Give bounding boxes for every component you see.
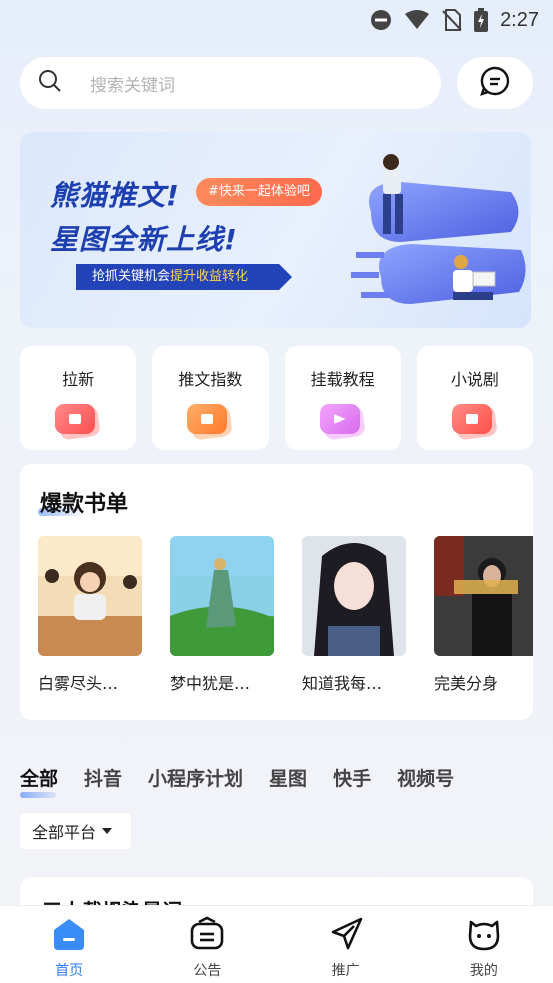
- message-button[interactable]: [457, 57, 533, 109]
- book-cover: [434, 536, 533, 656]
- quick-entry-row: 拉新 推文指数 挂载教程 小说剧: [20, 346, 533, 450]
- tab-label: 星图: [269, 768, 308, 790]
- nav-label: 推广: [331, 963, 360, 979]
- banner-headline-2: 星图全新上线!: [50, 223, 238, 256]
- paper-plane-icon: [328, 916, 364, 956]
- tab-label: 全部: [20, 768, 59, 790]
- tab-underline: [20, 792, 56, 798]
- quick-entry-short-drama[interactable]: 小说剧: [416, 346, 533, 450]
- tab-xingtu[interactable]: 星图: [269, 764, 307, 794]
- banner-subtitle-prefix: 抢抓关键机会: [92, 269, 171, 284]
- nav-label: 首页: [55, 963, 84, 979]
- tab-video-account[interactable]: 视频号: [397, 764, 454, 794]
- status-bar: 2:27: [0, 0, 553, 40]
- bottom-nav: 首页 公告 推广 我的: [0, 905, 553, 983]
- tab-douyin[interactable]: 抖音: [84, 764, 122, 794]
- profile-face-icon: [466, 916, 502, 956]
- book-item[interactable]: 白雾尽头…: [38, 536, 142, 694]
- banner-subtitle: 抢抓关键机会提升收益转化: [76, 264, 292, 290]
- battery-charging-icon: [474, 8, 489, 32]
- promo-banner[interactable]: 熊猫推文! #快来一起体验吧 星图全新上线! 抢抓关键机会提升收益转化: [20, 132, 531, 328]
- tab-label: 抖音: [84, 768, 123, 790]
- clock: 2:27: [500, 8, 539, 31]
- platform-filter-label: 全部平台: [32, 823, 97, 842]
- platform-tabs: 全部 抖音 小程序计划 星图 快手 视频号: [20, 764, 553, 798]
- tab-mini-program[interactable]: 小程序计划: [148, 764, 243, 794]
- announcement-icon: [189, 916, 225, 956]
- nav-promotion[interactable]: 推广: [277, 906, 415, 983]
- book-name: 白雾尽头…: [38, 674, 119, 693]
- new-user-icon: [55, 404, 102, 441]
- book-name: 知道我每…: [302, 674, 383, 693]
- search-placeholder: 搜索关键词: [90, 75, 175, 96]
- home-icon: [51, 916, 87, 956]
- quick-entry-label: 推文指数: [178, 370, 243, 389]
- tab-label: 视频号: [397, 768, 455, 790]
- tab-kuaishou[interactable]: 快手: [333, 764, 371, 794]
- book-name: 完美分身: [434, 674, 499, 693]
- book-cover: [302, 536, 406, 656]
- book-cover: [38, 536, 142, 656]
- nav-label: 我的: [469, 963, 498, 979]
- tab-label: 小程序计划: [148, 768, 244, 790]
- tab-label: 快手: [333, 768, 372, 790]
- quick-entry-index[interactable]: 推文指数: [152, 346, 269, 450]
- banner-subtitle-highlight: 提升收益转化: [170, 269, 249, 284]
- quick-entry-tutorial[interactable]: 挂载教程: [284, 346, 401, 450]
- book-item[interactable]: 梦中犹是…: [170, 536, 274, 694]
- search-icon: [38, 69, 62, 97]
- hot-book-title: 爆款书单: [40, 491, 129, 517]
- chat-bubble-icon: [480, 66, 510, 100]
- tutorial-send-icon: [319, 404, 366, 441]
- quick-entry-label: 拉新: [62, 370, 95, 389]
- book-item[interactable]: 知道我每…: [302, 536, 406, 694]
- nav-profile[interactable]: 我的: [415, 906, 553, 983]
- quick-entry-label: 小说剧: [450, 370, 499, 389]
- search-row: 搜索关键词: [20, 57, 533, 109]
- video-camera-icon: [451, 404, 498, 441]
- book-cover: [170, 536, 274, 656]
- nav-home[interactable]: 首页: [0, 906, 138, 983]
- banner-illustration: [341, 132, 531, 328]
- hot-book-list: 爆款书单 白雾尽头… 梦中犹是… 知道我每… 完美分身: [20, 464, 533, 720]
- caret-down-icon: [102, 828, 113, 834]
- banner-headline-1: 熊猫推文!: [50, 179, 180, 212]
- do-not-disturb-icon: [370, 9, 392, 31]
- platform-filter-dropdown[interactable]: 全部平台: [20, 813, 131, 849]
- search-input[interactable]: 搜索关键词: [20, 57, 441, 109]
- no-sim-icon: [442, 9, 462, 31]
- book-name: 梦中犹是…: [170, 674, 251, 693]
- book-item[interactable]: 完美分身: [434, 536, 533, 694]
- quick-entry-laxin[interactable]: 拉新: [20, 346, 137, 450]
- quick-entry-label: 挂载教程: [310, 370, 375, 389]
- wifi-icon: [404, 10, 430, 30]
- index-chart-icon: [187, 404, 234, 441]
- banner-tag: #快来一起体验吧: [196, 178, 322, 206]
- nav-announcement[interactable]: 公告: [138, 906, 276, 983]
- tab-all[interactable]: 全部: [20, 764, 59, 798]
- nav-label: 公告: [193, 963, 222, 979]
